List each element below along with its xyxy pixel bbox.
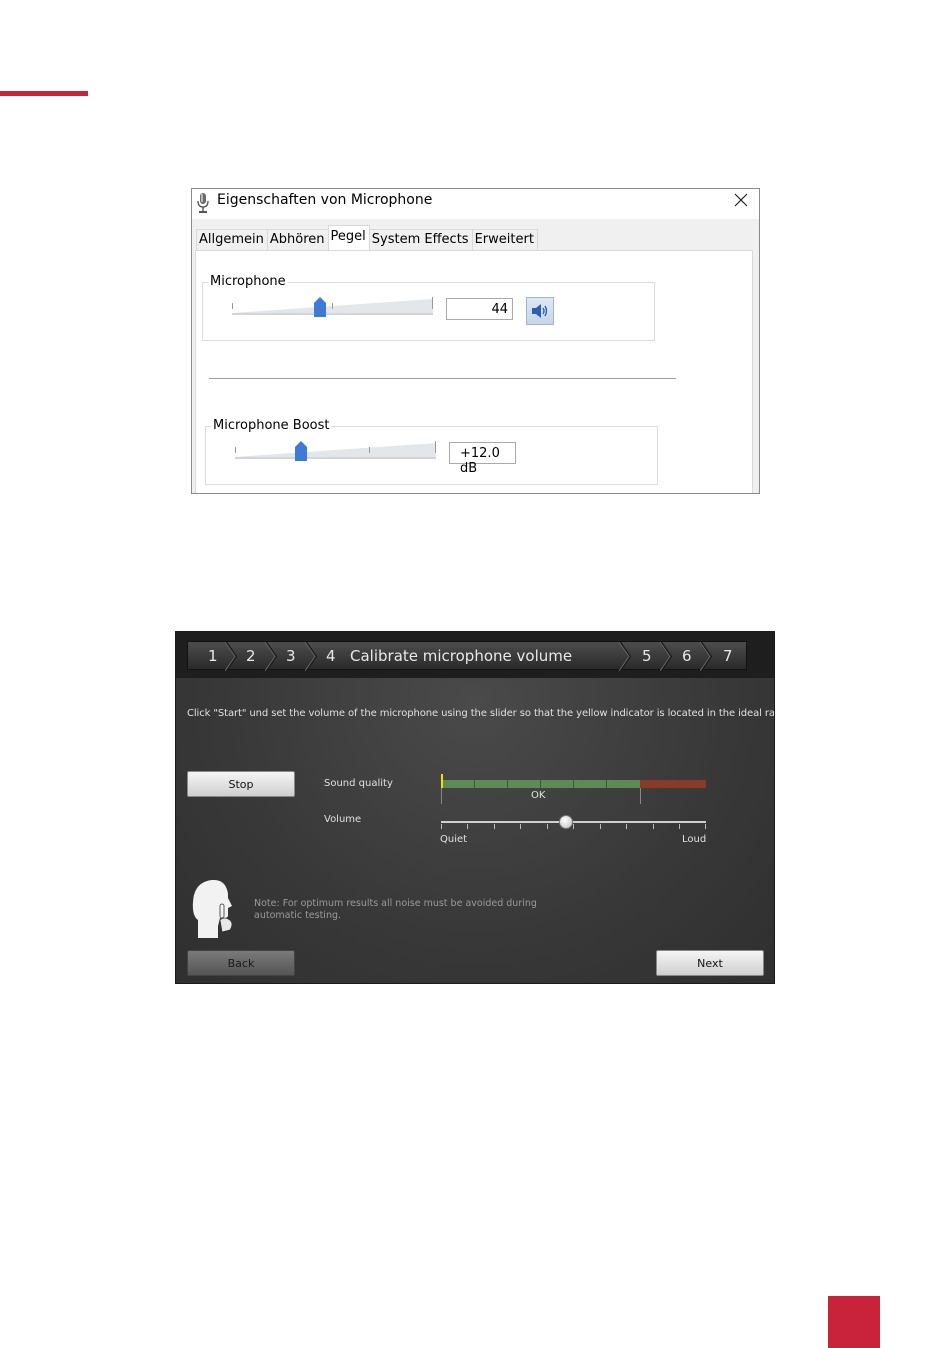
stop-button[interactable]: Stop [187, 771, 295, 797]
step-2: 2 [246, 647, 256, 665]
volume-tick [467, 824, 468, 829]
dialog-title: Eigenschaften von Microphone [217, 192, 433, 208]
step-separator [265, 642, 277, 671]
wizard-instruction: Click "Start" und set the volume of the … [187, 708, 775, 719]
quiet-person-icon [192, 879, 233, 938]
volume-slider-track[interactable] [441, 821, 706, 823]
volume-tick [547, 824, 548, 829]
volume-label: Volume [324, 814, 362, 825]
volume-tick [679, 824, 680, 829]
microphone-group-label: Microphone [208, 274, 288, 289]
volume-tick [494, 824, 495, 829]
microphone-boost-group: Microphone Boost +12.0 dB [205, 418, 658, 485]
microphone-properties-dialog: Eigenschaften von Microphone Allgemein A… [191, 188, 760, 494]
step-separator [700, 642, 712, 671]
wizard-note: Note: For optimum results all noise must… [254, 898, 537, 921]
volume-tick [573, 824, 574, 829]
step-separator [225, 642, 237, 671]
close-icon [734, 193, 748, 207]
microphone-boost-group-label: Microphone Boost [211, 418, 332, 433]
back-button[interactable]: Back [187, 950, 295, 976]
meter-divider [507, 780, 508, 788]
accent-bar [0, 91, 88, 96]
volume-tick [600, 824, 601, 829]
volume-tick [653, 824, 654, 829]
dialog-title-bar: Eigenschaften von Microphone [192, 189, 759, 219]
mute-toggle-button[interactable] [526, 297, 554, 325]
tab-allgemein[interactable]: Allgemein [196, 229, 268, 250]
step-6: 6 [682, 647, 692, 665]
calibration-wizard: 1 2 3 4 Calibrate microphone volume 5 6 … [175, 631, 775, 984]
meter-divider [474, 780, 475, 788]
microphone-boost-slider[interactable] [235, 441, 436, 461]
levels-panel: Microphone 44 Microphone Boost +12.0 dB [195, 250, 753, 493]
tab-system-effects[interactable]: System Effects [368, 229, 473, 250]
wizard-header: 1 2 3 4 Calibrate microphone volume 5 6 … [176, 632, 774, 678]
meter-divider [573, 780, 574, 788]
next-button[interactable]: Next [656, 950, 764, 976]
sound-quality-meter [441, 774, 706, 788]
microphone-slider-thumb[interactable] [314, 297, 327, 317]
step-separator [660, 642, 672, 671]
volume-tick [520, 824, 521, 829]
quiet-label: Quiet [440, 834, 468, 845]
tab-pegel[interactable]: Pegel [327, 225, 370, 250]
microphone-group: Microphone 44 [202, 274, 655, 341]
step-5: 5 [642, 647, 652, 665]
page-corner-marker [828, 1296, 880, 1348]
close-button[interactable] [727, 189, 755, 213]
volume-tick [705, 824, 706, 829]
microphone-slider[interactable] [232, 297, 433, 317]
meter-divider [606, 780, 607, 788]
speaker-icon [532, 304, 548, 318]
meter-divider [540, 780, 541, 788]
current-step-title: Calibrate microphone volume [350, 647, 573, 665]
microphone-boost-field: +12.0 dB [449, 442, 516, 476]
dialog-tabs: Allgemein Abhören Pegel System Effects E… [196, 225, 538, 250]
microphone-slider-track [232, 297, 433, 315]
yellow-level-indicator [441, 774, 443, 788]
microphone-icon [197, 193, 209, 213]
step-7: 7 [723, 647, 733, 665]
meter-too-loud-zone [640, 780, 706, 788]
volume-tick [626, 824, 627, 829]
microphone-boost-slider-track [235, 441, 436, 459]
step-1: 1 [208, 647, 218, 665]
microphone-boost-slider-thumb[interactable] [295, 441, 308, 461]
sound-quality-label: Sound quality [324, 778, 393, 789]
group-separator [209, 378, 676, 379]
loud-label: Loud [682, 834, 707, 845]
step-3: 3 [286, 647, 296, 665]
wizard-steps: 1 2 3 4 Calibrate microphone volume 5 6 … [187, 641, 747, 671]
step-4-current: 4 [326, 647, 336, 665]
volume-slider-thumb[interactable] [558, 815, 573, 829]
ok-range-label: OK [531, 790, 546, 801]
step-separator [619, 642, 631, 671]
volume-tick [441, 824, 442, 829]
microphone-level-field[interactable]: 44 [446, 298, 513, 320]
tab-erweitert[interactable]: Erweitert [471, 229, 538, 250]
step-separator [305, 642, 317, 671]
tab-abhoeren[interactable]: Abhören [266, 229, 329, 250]
